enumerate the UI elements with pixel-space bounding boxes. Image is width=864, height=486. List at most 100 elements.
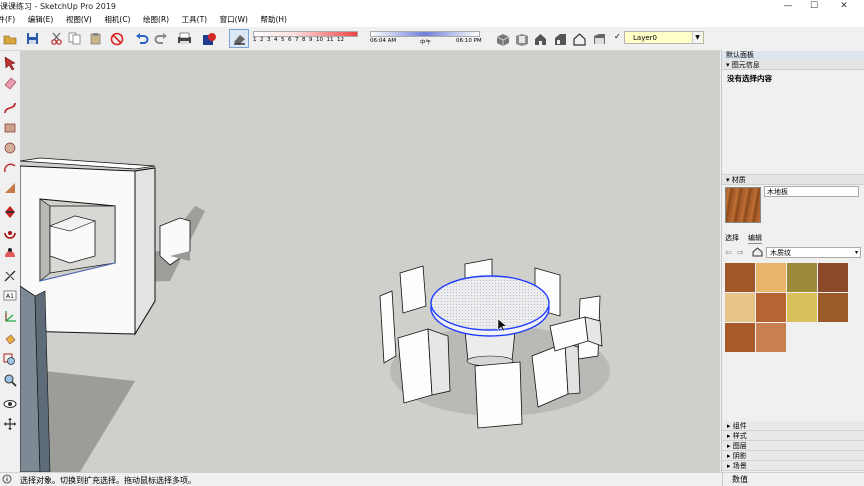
menu-draw[interactable]: 绘图(R) [143, 13, 169, 27]
menu-tools[interactable]: 工具(T) [182, 13, 207, 27]
swatch[interactable] [756, 323, 786, 352]
info-icon[interactable] [2, 474, 12, 484]
left-view-icon[interactable] [591, 30, 608, 47]
section-label: 场景 [732, 462, 747, 470]
back-arrow-icon[interactable]: ⇦ [725, 248, 732, 257]
rotate-tool-icon[interactable] [2, 224, 18, 240]
swatch[interactable] [756, 293, 786, 322]
swatch[interactable] [787, 293, 817, 322]
redo-icon[interactable] [152, 30, 169, 47]
orbit-tool-icon[interactable] [2, 396, 18, 412]
maximize-button[interactable]: ☐ [804, 0, 824, 13]
layer-check-icon: ✓ [614, 32, 621, 41]
arc-tool-icon[interactable] [2, 160, 18, 176]
pan-tool-icon[interactable] [2, 416, 18, 432]
paint-bucket-tool-icon[interactable] [2, 332, 18, 348]
save-icon[interactable] [24, 30, 41, 47]
eraser-tool-icon[interactable] [2, 75, 18, 91]
library-value: 木质纹 [770, 249, 791, 257]
material-name-field[interactable]: 木地板 [764, 186, 859, 197]
entity-info-header[interactable]: ▾ 图元信息 [722, 60, 864, 70]
swatch[interactable] [818, 293, 848, 322]
entity-info-text: 没有选择内容 [727, 74, 772, 83]
section-layers[interactable]: ▸ 图层 [722, 441, 864, 451]
zoom-window-tool-icon[interactable] [2, 352, 18, 368]
section-components[interactable]: ▸ 组件 [722, 421, 864, 431]
month-label: 5 [281, 37, 285, 43]
move-tool-icon[interactable] [2, 204, 18, 220]
section-label: 阴影 [732, 452, 747, 460]
materials-header[interactable]: ▾ 材质 [722, 175, 864, 185]
right-view-icon[interactable] [552, 30, 569, 47]
swatch[interactable] [818, 263, 848, 292]
circle-tool-icon[interactable] [2, 140, 18, 156]
section-shadows[interactable]: ▸ 阴影 [722, 451, 864, 461]
undo-icon[interactable] [133, 30, 150, 47]
menu-help[interactable]: 帮助(H) [260, 13, 287, 27]
tab-edit[interactable]: 编辑 [748, 233, 762, 244]
line-tool-icon[interactable] [2, 100, 18, 116]
cut-icon[interactable] [48, 30, 65, 47]
push-pull-tool-icon[interactable] [2, 180, 18, 196]
back-view-icon[interactable] [571, 30, 588, 47]
month-label: 6 [288, 37, 292, 43]
top-view-icon[interactable] [513, 30, 530, 47]
tape-measure-tool-icon[interactable] [2, 268, 18, 284]
time-start-label: 06:04 AM [370, 38, 397, 44]
menu-file[interactable]: 文件(F) [0, 13, 15, 27]
swatch[interactable] [787, 263, 817, 292]
chevron-down-icon[interactable]: ▼ [692, 32, 702, 43]
open-icon[interactable] [1, 30, 18, 47]
swatch[interactable] [725, 263, 755, 292]
copy-icon[interactable] [66, 30, 83, 47]
entity-info-body [722, 87, 864, 175]
month-label: 4 [274, 37, 278, 43]
month-label: 8 [302, 37, 306, 43]
front-view-icon[interactable] [532, 30, 549, 47]
select-tool-icon[interactable] [2, 55, 18, 71]
iso-view-icon[interactable] [494, 30, 511, 47]
month-label: 2 [260, 37, 264, 43]
time-slider[interactable] [370, 31, 480, 37]
menu-bar: 文件(F) 编辑(E) 视图(V) 相机(C) 绘图(R) 工具(T) 窗口(W… [0, 13, 864, 27]
swatch[interactable] [725, 293, 755, 322]
home-icon[interactable] [752, 247, 764, 258]
chevron-down-icon[interactable]: ▾ [855, 248, 858, 258]
entity-info-label: 图元信息 [731, 61, 760, 69]
minimize-button[interactable]: — [778, 0, 798, 13]
month-label: 9 [309, 37, 313, 43]
section-styles[interactable]: ▸ 样式 [722, 431, 864, 441]
measurements-box[interactable]: 数值 [722, 473, 864, 486]
tab-select[interactable]: 选择 [725, 233, 739, 243]
model-info-icon[interactable] [201, 30, 218, 47]
axes-tool-icon[interactable] [2, 308, 18, 324]
shadow-toggle-icon[interactable] [229, 29, 249, 48]
menu-window[interactable]: 窗口(W) [220, 13, 248, 27]
tool-palette: A1 [0, 51, 20, 472]
zoom-tool-icon[interactable] [2, 372, 18, 388]
time-end-label: 06:10 PM [456, 38, 482, 44]
menu-camera[interactable]: 相机(C) [104, 13, 130, 27]
material-swatches [725, 263, 853, 355]
section-label: 样式 [732, 432, 747, 440]
swatch[interactable] [756, 263, 786, 292]
erase-icon[interactable] [108, 30, 125, 47]
measurements-label: 数值 [732, 475, 748, 484]
text-tool-icon[interactable]: A1 [2, 288, 18, 304]
menu-view[interactable]: 视图(V) [66, 13, 92, 27]
menu-edit[interactable]: 编辑(E) [28, 13, 54, 27]
material-preview [725, 187, 761, 223]
month-label: 11 [326, 37, 334, 43]
forward-arrow-icon[interactable]: ⇨ [737, 248, 744, 257]
paste-icon[interactable] [87, 30, 104, 47]
status-text: 选择对象。切换到扩充选择。拖动鼠标选择多项。 [20, 476, 196, 485]
layer-dropdown[interactable]: Layer0 ▼ [624, 31, 704, 44]
swatch[interactable] [725, 323, 755, 352]
close-button[interactable]: ✕ [834, 0, 854, 13]
print-icon[interactable] [176, 30, 193, 47]
section-scenes[interactable]: ▸ 场景 [722, 461, 864, 471]
library-dropdown[interactable]: 木质纹 ▾ [766, 247, 861, 258]
3d-viewport[interactable] [20, 51, 720, 472]
follow-me-tool-icon[interactable] [2, 244, 18, 260]
rectangle-tool-icon[interactable] [2, 120, 18, 136]
